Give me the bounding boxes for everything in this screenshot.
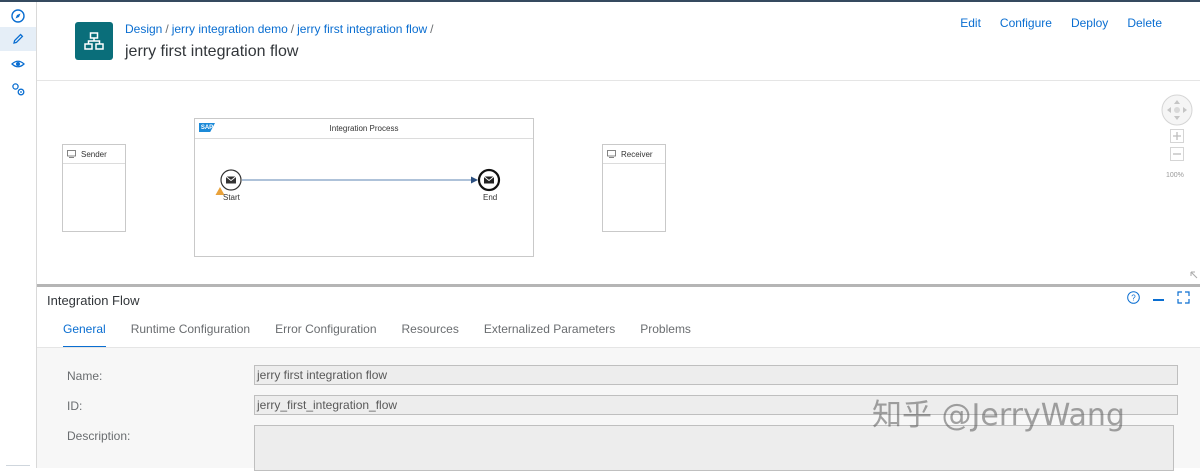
- left-navigation-rail: [0, 2, 37, 468]
- sender-header: Sender: [63, 145, 125, 164]
- participant-icon: [607, 150, 616, 158]
- zoom-out-icon[interactable]: [1170, 147, 1184, 161]
- watermark-text: 知乎 @JerryWang: [872, 398, 1125, 433]
- id-label: ID:: [67, 399, 83, 413]
- tab-resources[interactable]: Resources: [402, 322, 459, 346]
- participant-icon: [67, 150, 76, 158]
- name-field[interactable]: jerry first integration flow: [254, 365, 1178, 385]
- panel-tabs: General Runtime Configuration Error Conf…: [63, 322, 716, 348]
- collapse-arrow-icon[interactable]: [1190, 271, 1199, 280]
- tab-error-configuration[interactable]: Error Configuration: [275, 322, 376, 346]
- breadcrumb-separator: /: [165, 22, 169, 36]
- discover-icon: [11, 9, 25, 23]
- tab-externalized-parameters[interactable]: Externalized Parameters: [484, 322, 615, 346]
- panel-tools: ?: [1127, 291, 1190, 304]
- breadcrumb-separator: /: [290, 22, 295, 36]
- header-actions: Edit Configure Deploy Delete: [941, 16, 1162, 30]
- sender-participant[interactable]: Sender: [62, 144, 126, 232]
- delete-button[interactable]: Delete: [1127, 16, 1162, 30]
- receiver-label: Receiver: [621, 149, 653, 159]
- integration-flow-icon: [75, 22, 113, 60]
- svg-text:?: ?: [1131, 294, 1136, 303]
- pan-navigator-icon[interactable]: [1161, 94, 1193, 126]
- diagram-canvas[interactable]: Sender SAP Integration Process Start End…: [37, 81, 1200, 284]
- design-pencil-icon: [13, 33, 24, 44]
- zoom-in-icon[interactable]: [1170, 129, 1184, 143]
- start-event[interactable]: [220, 169, 242, 191]
- process-title: Integration Process: [329, 124, 399, 133]
- tab-runtime-configuration[interactable]: Runtime Configuration: [131, 322, 250, 346]
- name-label: Name:: [67, 369, 103, 383]
- settings-gears-icon: [11, 82, 24, 95]
- panel-title: Integration Flow: [47, 293, 140, 308]
- end-label: End: [483, 193, 498, 202]
- help-icon[interactable]: ?: [1127, 291, 1140, 304]
- design-button[interactable]: [0, 27, 36, 51]
- description-label: Description:: [67, 429, 131, 443]
- discover-button[interactable]: [0, 4, 36, 28]
- monitor-eye-icon: [11, 60, 25, 68]
- configure-button[interactable]: Configure: [1000, 16, 1052, 30]
- page-title: jerry first integration flow: [125, 43, 299, 60]
- edit-button[interactable]: Edit: [960, 16, 981, 30]
- breadcrumb-design[interactable]: Design: [125, 22, 162, 36]
- receiver-header: Receiver: [603, 145, 665, 164]
- deploy-button[interactable]: Deploy: [1071, 16, 1108, 30]
- settings-button[interactable]: [0, 77, 36, 101]
- breadcrumb: Design / jerry integration demo / jerry firs…: [125, 22, 437, 36]
- tab-problems[interactable]: Problems: [640, 322, 691, 346]
- breadcrumb-package[interactable]: jerry integration demo: [172, 22, 288, 36]
- zoom-level: 100%: [1166, 172, 1184, 179]
- monitor-button[interactable]: [0, 52, 36, 76]
- maximize-icon[interactable]: [1177, 291, 1190, 304]
- receiver-participant[interactable]: Receiver: [602, 144, 666, 232]
- breadcrumb-flow[interactable]: jerry first integration flow: [297, 22, 427, 36]
- process-header: SAP Integration Process: [195, 119, 533, 139]
- rail-divider: [6, 465, 30, 466]
- start-label: Start: [223, 193, 240, 202]
- properties-panel: Integration Flow ? General Runtime Confi…: [37, 287, 1200, 471]
- minimize-icon[interactable]: [1152, 291, 1165, 304]
- tab-general[interactable]: General: [63, 322, 106, 348]
- sap-logo: SAP: [199, 123, 215, 132]
- end-event[interactable]: [477, 168, 501, 192]
- integration-process-pool[interactable]: SAP Integration Process Start End: [194, 118, 534, 257]
- breadcrumb-separator: /: [430, 22, 434, 36]
- page-header: Design / jerry integration demo / jerry firs…: [37, 2, 1200, 81]
- sequence-flow-arrow: [471, 176, 478, 184]
- sender-label: Sender: [81, 149, 107, 159]
